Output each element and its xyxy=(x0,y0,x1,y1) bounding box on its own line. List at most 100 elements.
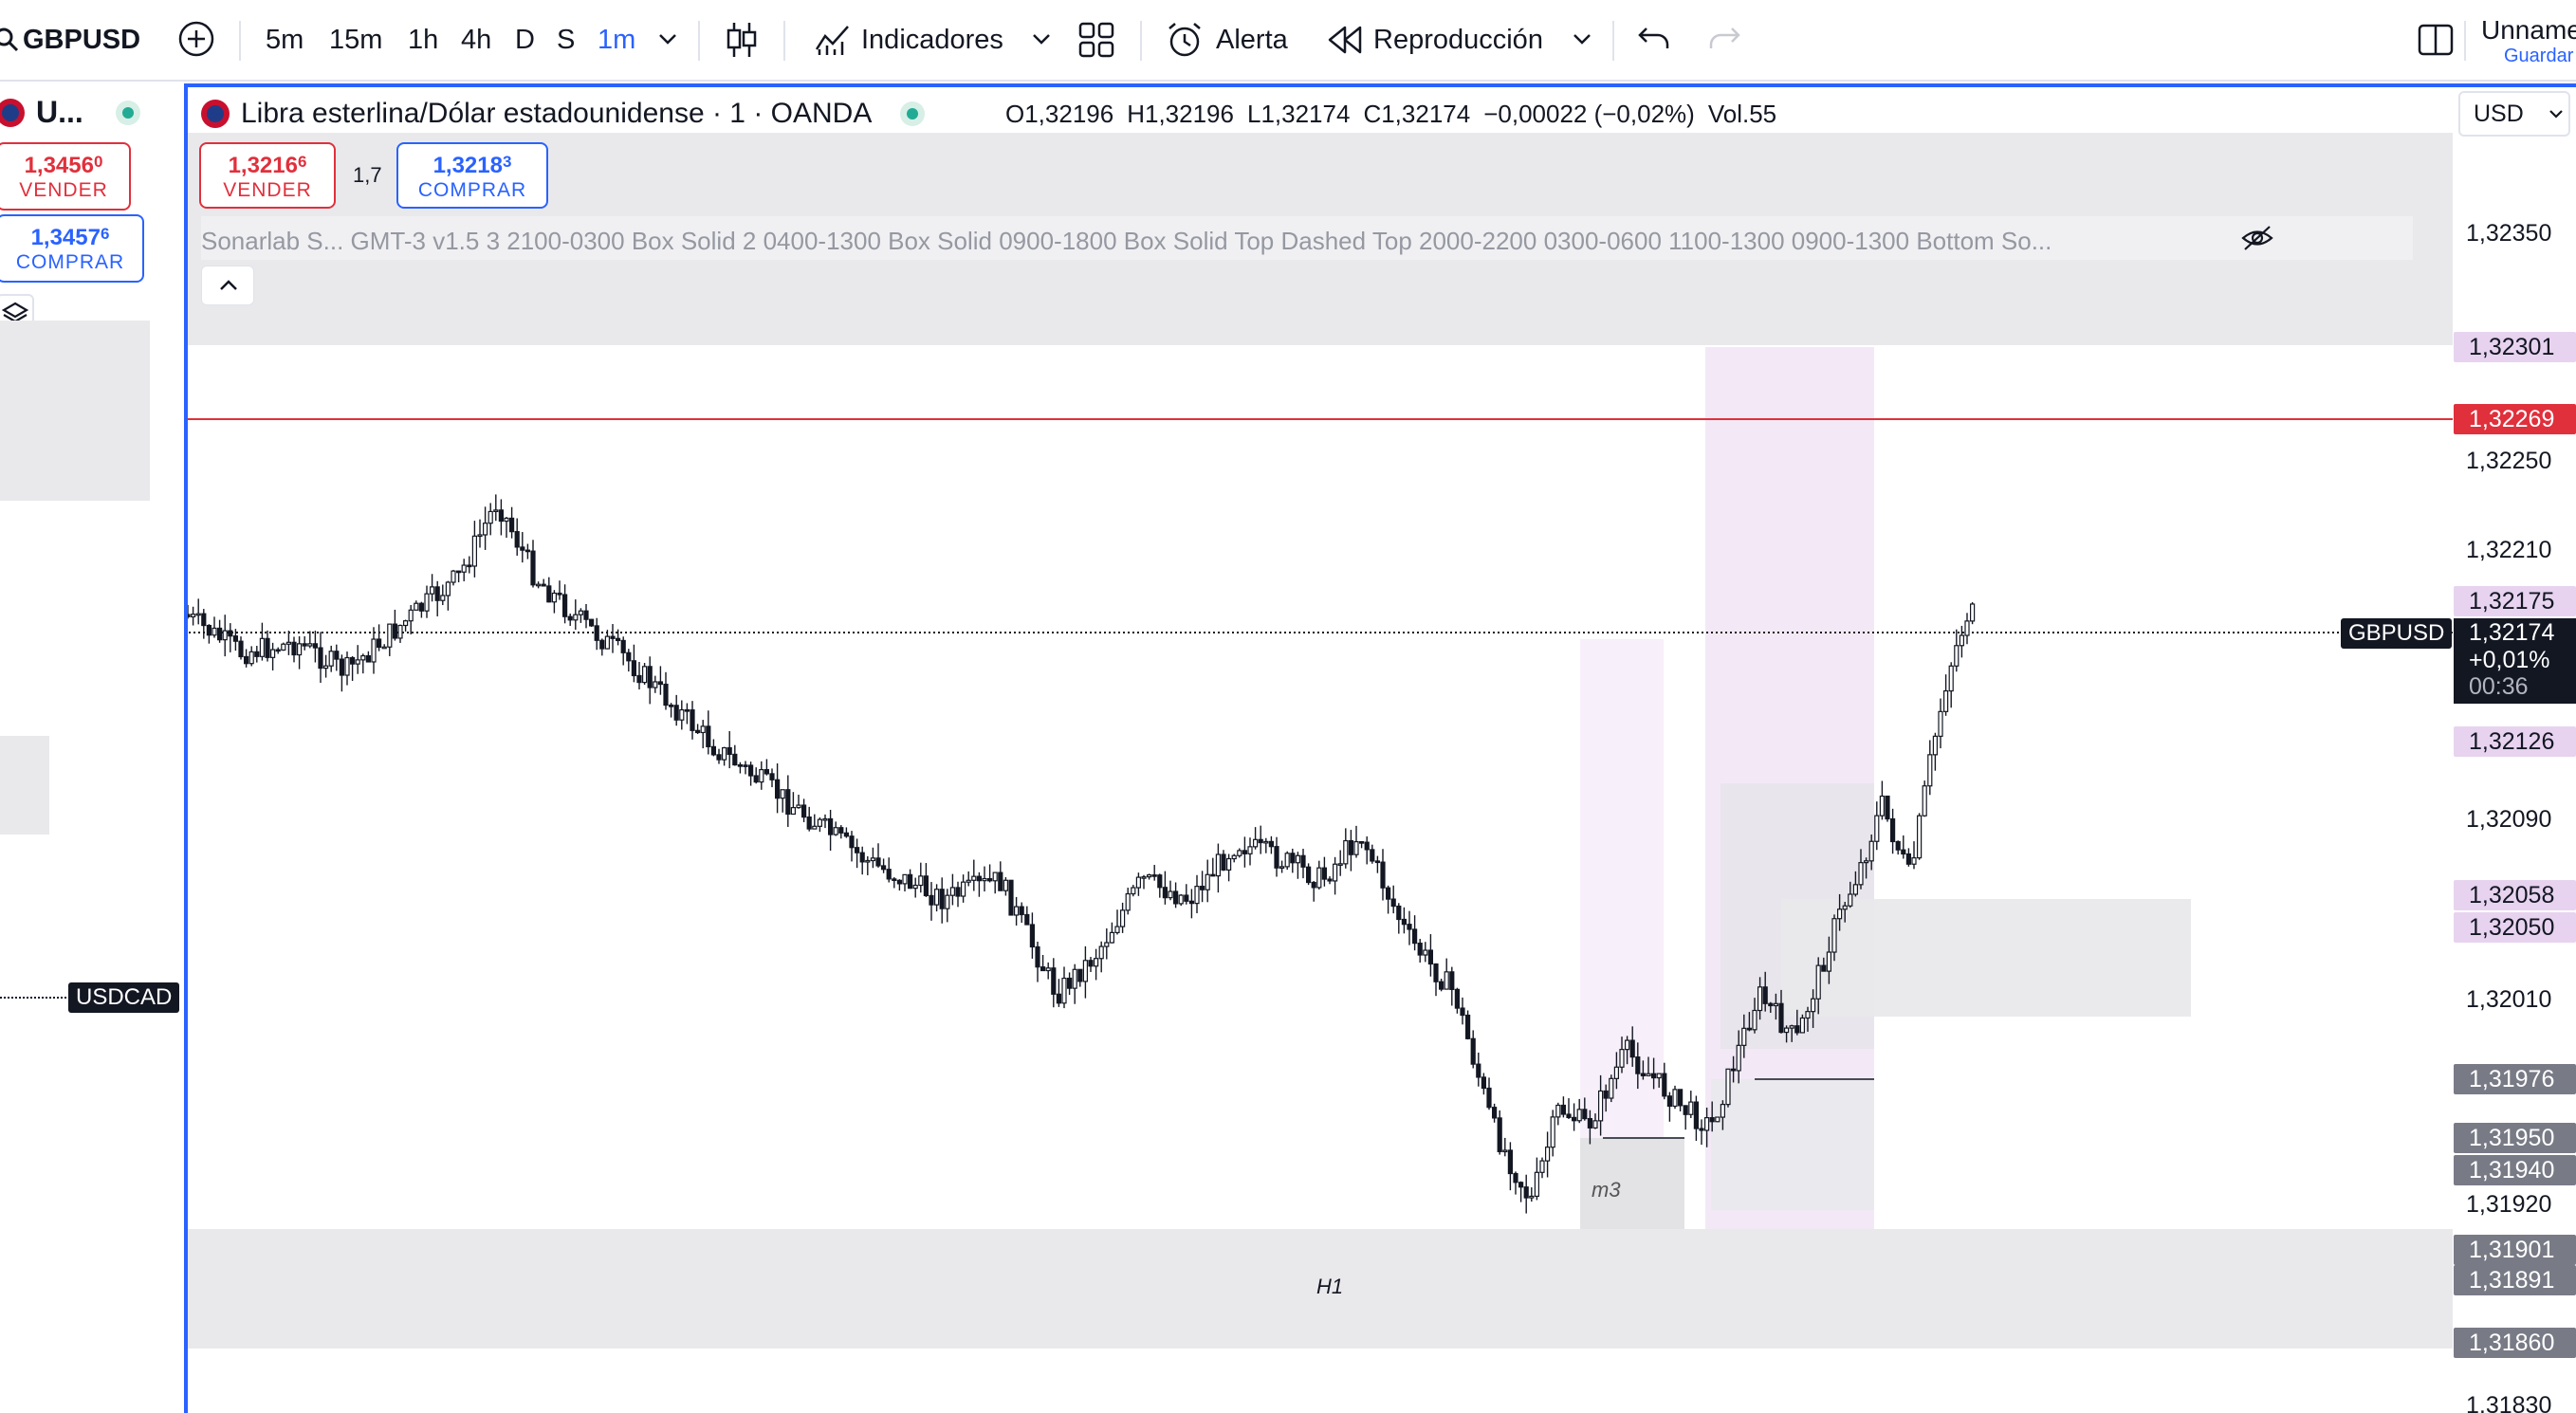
candle-body xyxy=(616,637,621,642)
sell-button[interactable]: 1,34560 VENDER xyxy=(0,142,131,211)
candle-body xyxy=(1423,949,1428,956)
candle-body xyxy=(753,775,759,783)
interval-s[interactable]: S xyxy=(557,0,575,80)
candle-body xyxy=(1560,1104,1567,1115)
layout-name[interactable]: Unnamed xyxy=(2481,15,2576,46)
price-label-red: 1,32269 xyxy=(2454,404,2576,434)
interval-1h[interactable]: 1h xyxy=(408,0,438,80)
candle-body xyxy=(1709,1117,1715,1123)
ohlc-volume: Vol.55 xyxy=(1707,99,1777,128)
candle-body xyxy=(1476,1063,1481,1078)
candle-body xyxy=(764,769,770,775)
candle-body xyxy=(620,639,626,653)
candle-body xyxy=(1720,1104,1726,1118)
candle-body xyxy=(1486,1087,1492,1109)
symbol-search[interactable]: GBPUSD xyxy=(0,0,140,80)
candle-body xyxy=(275,649,281,652)
indicators-label: Indicadores xyxy=(861,24,1003,55)
candle-body xyxy=(381,646,387,650)
candle-body xyxy=(578,610,583,615)
candle-body xyxy=(880,865,887,871)
candle-body xyxy=(949,887,956,896)
candle-body xyxy=(1555,1104,1561,1118)
candle-body xyxy=(1885,795,1890,820)
candle-body xyxy=(960,881,966,897)
chart-sell-button[interactable]: 1,32166 VENDER xyxy=(199,142,336,209)
candle-body xyxy=(1942,689,1949,712)
candle-body xyxy=(1460,1007,1465,1017)
indicator-legend[interactable]: Sonarlab S... GMT-3 v1.5 3 2100-0300 Box… xyxy=(201,224,2052,258)
interval-1m-active[interactable]: 1m xyxy=(598,0,635,80)
candle-body xyxy=(1225,857,1232,871)
save-link[interactable]: Guardar xyxy=(2504,46,2573,67)
compare-symbol-icon[interactable] xyxy=(176,19,216,59)
candle-body xyxy=(663,683,669,706)
candle-body xyxy=(1109,931,1115,944)
price-label-gray: 1,31891 xyxy=(2454,1265,2576,1295)
candle-body xyxy=(445,581,451,596)
candle-body xyxy=(567,615,573,621)
chart-buy-button[interactable]: 1,32183 COMPRAR xyxy=(396,142,548,209)
candle-body xyxy=(774,779,781,799)
candle-body xyxy=(418,602,424,612)
candle-body xyxy=(1390,898,1396,908)
chevron-down-icon[interactable] xyxy=(1571,30,1593,49)
chevron-down-icon[interactable] xyxy=(656,30,679,49)
layout-name-label: Unnamed xyxy=(2481,15,2576,45)
interval-5m[interactable]: 5m xyxy=(266,0,304,80)
candle-body xyxy=(1168,890,1173,899)
chevron-down-icon[interactable] xyxy=(1030,30,1053,49)
top-toolbar: GBPUSD 5m 15m 1h 4h D S 1m Indicadores A… xyxy=(0,0,2576,82)
panels-icon[interactable] xyxy=(2417,23,2455,57)
candle-body xyxy=(1433,963,1439,982)
interval-4h[interactable]: 4h xyxy=(461,0,491,80)
alert-button[interactable]: Alerta xyxy=(1165,0,1288,80)
replay-rewind-icon xyxy=(1328,26,1362,54)
candle-body xyxy=(1040,966,1046,972)
replay-button[interactable]: Reproducción xyxy=(1326,0,1543,80)
axis-tick: 1,31830 xyxy=(2466,1392,2552,1413)
candle-body xyxy=(1295,854,1301,864)
candle-body xyxy=(1311,881,1316,889)
candle-body xyxy=(1316,867,1322,889)
candle-body xyxy=(870,857,876,862)
candle-body xyxy=(1815,964,1821,1000)
redo-icon[interactable] xyxy=(1707,25,1741,53)
candle-body xyxy=(259,637,266,657)
candle-body xyxy=(365,654,371,663)
candle-body xyxy=(392,623,397,639)
interval-d[interactable]: D xyxy=(515,0,535,80)
price-chart[interactable]: H1 m3 xyxy=(184,83,2453,1413)
candle-body xyxy=(1507,1149,1514,1175)
candle-body xyxy=(1502,1149,1508,1153)
candle-body xyxy=(1677,1089,1684,1107)
collapse-legend-button[interactable] xyxy=(201,266,254,305)
candle-body xyxy=(1683,1105,1688,1115)
candle-body xyxy=(1848,893,1853,907)
eye-hidden-icon[interactable] xyxy=(2240,224,2274,252)
layout-grid-icon[interactable] xyxy=(1077,21,1115,59)
candle-body xyxy=(1922,785,1927,817)
buy-button[interactable]: 1,34576 COMPRAR xyxy=(0,214,144,283)
candle-body xyxy=(1184,894,1189,902)
chevron-down-icon xyxy=(2549,110,2563,119)
candle-body xyxy=(679,708,685,721)
candle-body xyxy=(1523,1186,1529,1199)
currency-select[interactable]: USD xyxy=(2458,91,2570,137)
current-price: 1,32174 xyxy=(2469,619,2555,646)
candle-body xyxy=(1826,951,1832,972)
candles-icon[interactable] xyxy=(723,19,761,61)
chart-pane[interactable]: H1 m3 xyxy=(184,83,2453,1413)
chart-sell-price: 1,32166 xyxy=(228,153,307,178)
undo-icon[interactable] xyxy=(1637,25,1671,53)
flag-icon xyxy=(201,100,230,128)
candle-body xyxy=(498,509,504,523)
chart-legend[interactable]: Libra esterlina/Dólar estadounidense · 1… xyxy=(199,93,926,135)
candle-body xyxy=(657,681,663,686)
interval-15m[interactable]: 15m xyxy=(329,0,382,80)
watchlist-symbol[interactable]: U... xyxy=(36,95,83,130)
candle-body xyxy=(1125,892,1131,911)
sell-label: VENDER xyxy=(19,179,108,201)
candle-body xyxy=(694,729,701,734)
indicators-button[interactable]: Indicadores xyxy=(814,0,1003,80)
